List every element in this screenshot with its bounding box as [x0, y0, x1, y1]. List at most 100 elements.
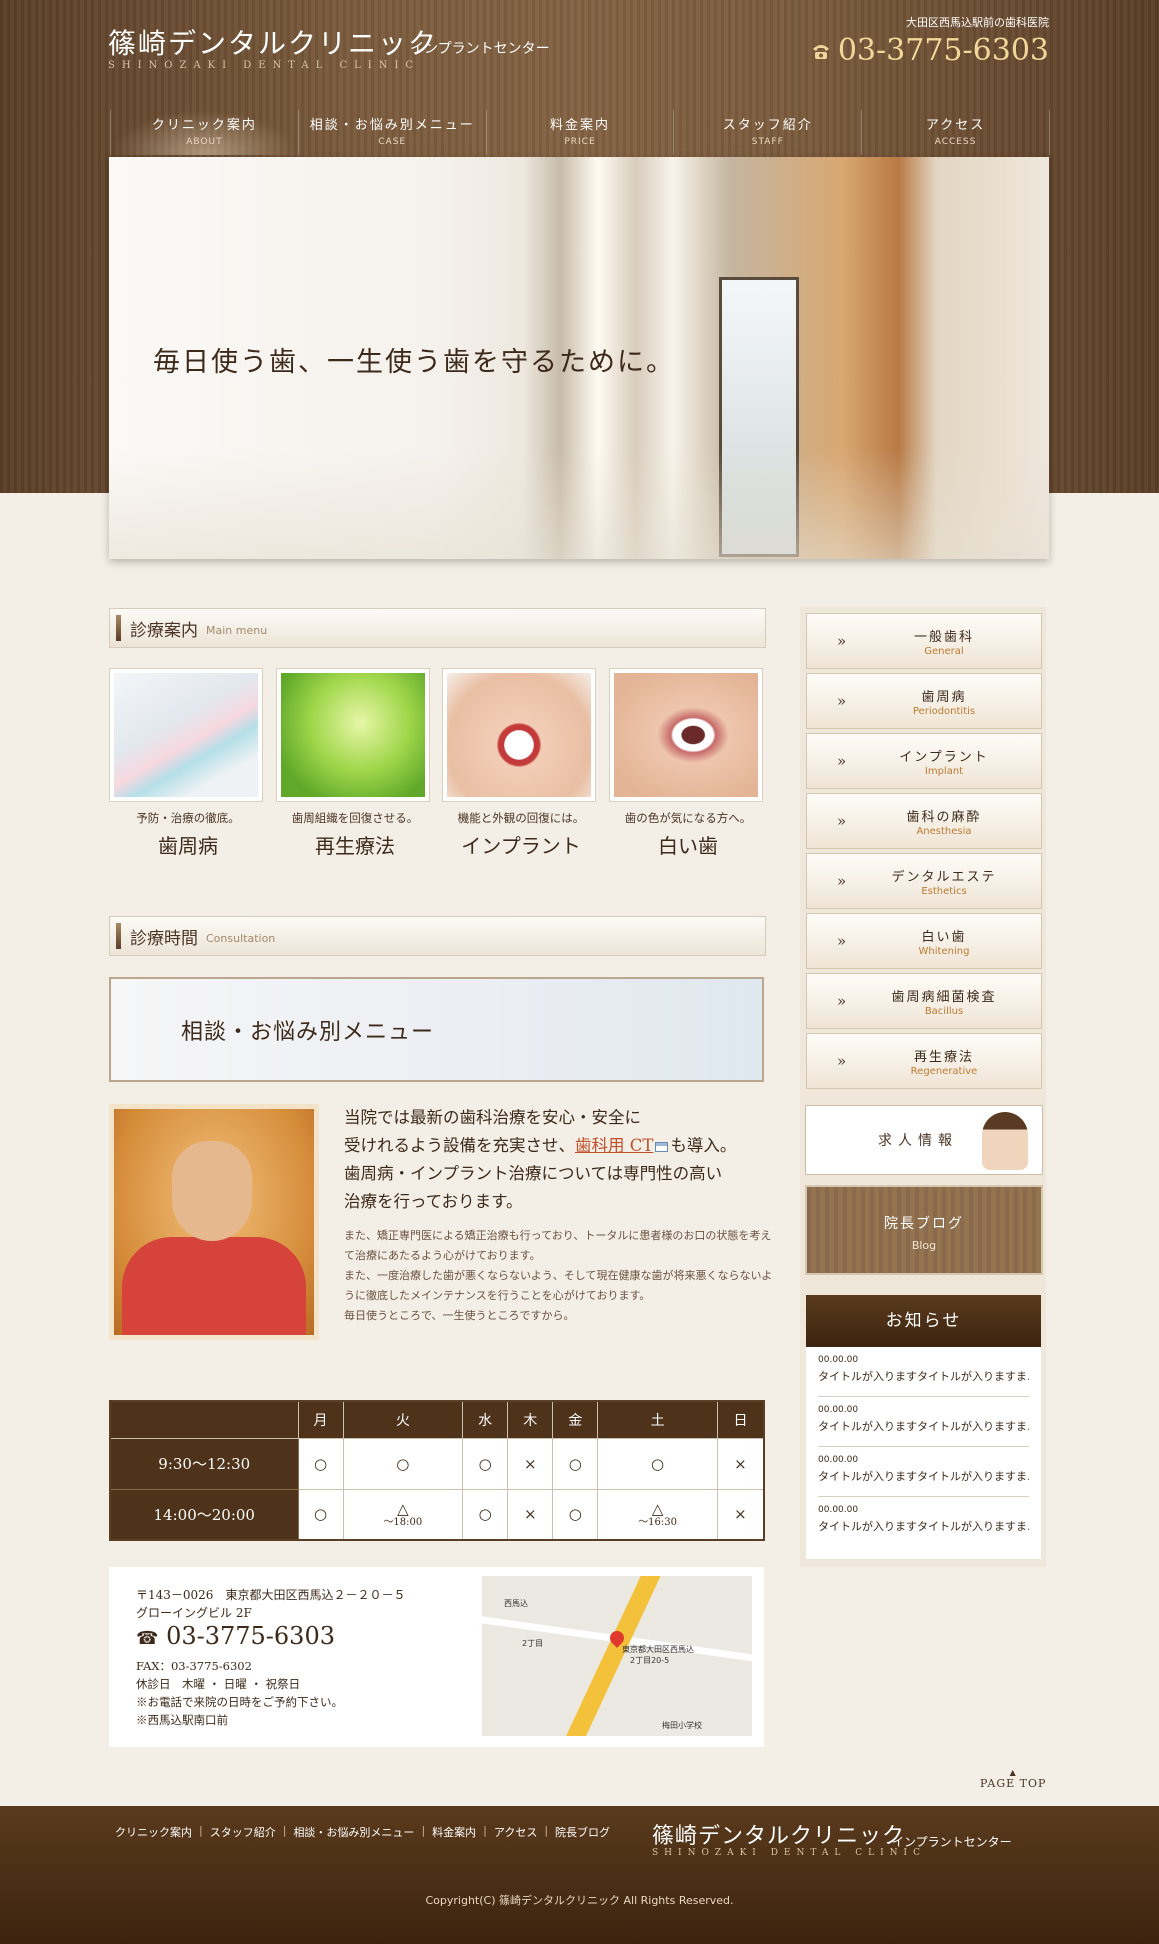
global-nav: クリニック案内 ABOUT 相談・お悩み別メニュー CASE 料金案内 PRICE ス… [110, 110, 1050, 155]
sidebar-item-label-en: Anesthesia [916, 826, 972, 837]
arrow-icon: » [837, 692, 847, 710]
schedule-cell: ○ [597, 1437, 718, 1490]
footer-links: クリニック案内 | スタッフ紹介 | 相談・お悩み別メニュー | 料金案内 | アクセス… [108, 1824, 617, 1840]
news-item-title: タイトルが入りますタイトルが入りますま… [818, 1370, 1029, 1383]
footer-link[interactable]: クリニック案内 [108, 1824, 199, 1840]
schedule-note: ～18:00 [383, 1517, 423, 1529]
schedule-cell: × [507, 1437, 554, 1490]
menu-card-desc: 歯周組織を回復させる。 [291, 811, 419, 825]
footer-link[interactable]: 院長ブログ [548, 1824, 617, 1840]
footer-link[interactable]: 相談・お悩み別メニュー [286, 1824, 421, 1840]
menu-card-name: 白い歯 [658, 834, 718, 858]
sidebar-item-whitening[interactable]: » 白い歯 Whitening [806, 913, 1042, 969]
news-date: 00.00.00 [818, 1355, 859, 1365]
sidebar-item-label: 歯科の麻酔 [906, 810, 982, 825]
schedule-row: 14:00～20:00 ○ △ ～18:00 ○ × ○ △ ～16:30 × [109, 1488, 765, 1541]
news-item[interactable]: 00.00.00 タイトルが入りますタイトルが入りますま… [818, 1447, 1029, 1497]
schedule-day: 水 [462, 1400, 509, 1439]
section-title-en: Consultation [206, 932, 276, 945]
footer-logo[interactable]: 篠崎デンタルクリニック [652, 1818, 905, 1850]
consultation-menu-banner[interactable]: 相談・お悩み別メニュー [109, 977, 764, 1082]
schedule-mark: △ [397, 1500, 409, 1519]
recruit-label: 求人情報 [878, 1133, 958, 1149]
header-tagline: 大田区西馬込駅前の歯科医院 [906, 16, 1049, 29]
nav-item-staff[interactable]: スタッフ紹介 STAFF [673, 110, 861, 155]
nav-label: アクセス [925, 118, 986, 133]
page-top-link[interactable]: ▲ PAGE TOP [980, 1768, 1046, 1790]
news-date: 00.00.00 [818, 1455, 859, 1465]
arrow-icon: » [837, 872, 847, 890]
hero-copy: 毎日使う歯、一生使う歯を守るために。 [153, 347, 675, 378]
header-phone[interactable]: 03-3775-6303 [810, 33, 1049, 68]
schedule-cell: △ ～18:00 [342, 1488, 464, 1541]
news-item-title: タイトルが入りますタイトルが入りますま… [818, 1470, 1029, 1483]
sidebar-item-label-en: Regenerative [910, 1066, 978, 1077]
sidebar-item-general[interactable]: » 一般歯科 General [806, 613, 1042, 669]
arrow-icon: » [837, 812, 847, 830]
menu-card-desc: 機能と外観の回復には。 [457, 811, 585, 825]
ct-link[interactable]: 歯科用 CT [575, 1136, 653, 1155]
sidebar-item-implant[interactable]: » インプラント Implant [806, 733, 1042, 789]
intro-line: 当院では最新の歯科治療を安心・安全に [344, 1108, 641, 1127]
footer-link[interactable]: 料金案内 [425, 1824, 483, 1840]
nav-item-about[interactable]: クリニック案内 ABOUT [110, 110, 298, 155]
schedule-table: 月 火 水 木 金 土 日 9:30～12:30 ○ ○ ○ × ○ ○ × 1… [109, 1400, 765, 1541]
address-line: 〒143－0026 東京都大田区西馬込２－２０－５ [136, 1588, 406, 1602]
schedule-mark: ○ [478, 1505, 492, 1524]
schedule-cell: △ ～16:30 [597, 1488, 718, 1541]
copyright: Copyright(C) 篠崎デンタルクリニック All Rights Rese… [425, 1894, 734, 1907]
menu-card-periodontitis[interactable]: 予防・治療の徹底。 歯周病 [109, 668, 267, 859]
schedule-row: 9:30～12:30 ○ ○ ○ × ○ ○ × [109, 1437, 765, 1490]
news-box: お知らせ 00.00.00 タイトルが入りますタイトルが入りますま… 00.00.… [806, 1295, 1041, 1559]
menu-card-implant[interactable]: 機能と外観の回復には。 インプラント [442, 668, 600, 859]
sidebar-item-label-en: Esthetics [921, 886, 967, 897]
sidebar-item-label: 白い歯 [921, 930, 967, 945]
external-window-icon [655, 1141, 669, 1152]
intro-line: 歯周病・インプラント治療については専門性の高い [344, 1164, 723, 1183]
schedule-day: 金 [552, 1400, 599, 1439]
nav-item-access[interactable]: アクセス ACCESS [861, 110, 1050, 155]
schedule-mark: ○ [568, 1505, 582, 1524]
menu-card-whitening[interactable]: 歯の色が気になる方へ。 白い歯 [609, 668, 767, 859]
access-fax: FAX：03-3775-6302 [136, 1659, 252, 1673]
nav-item-price[interactable]: 料金案内 PRICE [485, 110, 674, 155]
menu-card-regenerative[interactable]: 歯周組織を回復させる。 再生療法 [276, 668, 434, 859]
access-details: FAX：03-3775-6302 休診日 木曜 ・ 日曜 ・ 祝祭日 ※お電話で… [136, 1657, 343, 1729]
logo-title[interactable]: 篠崎デンタルクリニック [108, 22, 438, 62]
sidebar-item-label-en: Bacillus [924, 1006, 964, 1017]
menu-card-image [609, 668, 763, 802]
schedule-mark: ○ [396, 1454, 410, 1473]
nav-label-en: STAFF [751, 137, 784, 147]
nav-label: スタッフ紹介 [722, 118, 813, 133]
nav-label: クリニック案内 [151, 118, 257, 133]
news-item[interactable]: 00.00.00 タイトルが入りますタイトルが入りますま… [818, 1397, 1029, 1447]
schedule-corner [109, 1400, 299, 1439]
blog-banner[interactable]: 院長ブログ Blog [805, 1185, 1043, 1275]
arrow-icon: » [837, 1052, 847, 1070]
nav-item-case[interactable]: 相談・お悩み別メニュー CASE [297, 110, 486, 155]
sidebar-item-bacillus[interactable]: » 歯周病細菌検査 Bacillus [806, 973, 1042, 1029]
sidebar-item-regenerative[interactable]: » 再生療法 Regenerative [806, 1033, 1042, 1089]
sidebar-item-anesthesia[interactable]: » 歯科の麻酔 Anesthesia [806, 793, 1042, 849]
blog-label: 院長ブログ [884, 1216, 964, 1232]
phone-icon [812, 44, 829, 59]
map-label: 西馬込 [504, 1599, 528, 1608]
caret-up-icon: ▲ [1009, 1768, 1017, 1777]
schedule-cell: ○ [462, 1437, 509, 1490]
sidebar-item-esthetics[interactable]: » デンタルエステ Esthetics [806, 853, 1042, 909]
news-item[interactable]: 00.00.00 タイトルが入りますタイトルが入りますま… [818, 1497, 1029, 1547]
access-phone[interactable]: ☎ 03-3775-6303 [136, 1622, 335, 1650]
hero-floor [109, 449, 1049, 559]
footer-link[interactable]: アクセス [487, 1824, 544, 1840]
nav-label-en: CASE [378, 137, 407, 147]
access-holidays: 休診日 木曜 ・ 日曜 ・ 祝祭日 [136, 1677, 301, 1691]
schedule-mark: ○ [568, 1454, 582, 1473]
news-item[interactable]: 00.00.00 タイトルが入りますタイトルが入りますま… [818, 1347, 1029, 1397]
footer-link[interactable]: スタッフ紹介 [203, 1824, 283, 1840]
intro-line: 治療を行っております。 [344, 1192, 523, 1211]
access-map[interactable]: 西馬込 2丁目 東京都大田区西馬込 2丁目20-5 梅田小学校 [482, 1576, 752, 1736]
director-photo [109, 1104, 319, 1340]
sidebar-item-periodontitis[interactable]: » 歯周病 Periodontitis [806, 673, 1042, 729]
director-face [172, 1141, 252, 1241]
recruit-banner[interactable]: 求人情報 [805, 1105, 1043, 1175]
